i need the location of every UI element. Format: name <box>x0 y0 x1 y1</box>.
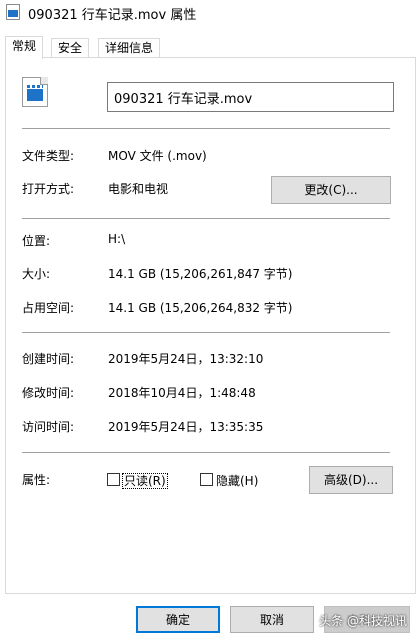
change-button[interactable]: 更改(C)... <box>271 176 391 204</box>
opens-with-label: 打开方式: <box>22 182 75 196</box>
tab-details[interactable]: 详细信息 <box>98 38 161 58</box>
created-value: 2019年5月24日，13:32:10 <box>108 352 264 366</box>
created-label: 创建时间: <box>22 352 75 366</box>
watermark: 头条 @科技视讯 <box>319 614 407 628</box>
file-type-label: 文件类型: <box>22 149 75 163</box>
divider <box>22 128 390 129</box>
tab-general[interactable]: 常规 <box>5 36 44 59</box>
attributes-label: 属性: <box>22 473 51 487</box>
advanced-button[interactable]: 高级(D)... <box>309 466 393 494</box>
hidden-label[interactable]: 隐藏(H) <box>216 472 258 489</box>
modified-label: 修改时间: <box>22 386 75 400</box>
readonly-label-text: 只读(R) <box>122 473 168 489</box>
size-value: 14.1 GB (15,206,261,847 字节) <box>108 267 293 281</box>
accessed-label: 访问时间: <box>22 420 75 434</box>
tab-strip: 常规 安全 详细信息 <box>5 36 415 59</box>
divider <box>22 332 390 333</box>
size-label: 大小: <box>22 267 51 281</box>
modified-value: 2018年10月4日，1:48:48 <box>108 386 256 400</box>
opens-with-value: 电影和电视 <box>108 182 169 196</box>
tab-security[interactable]: 安全 <box>51 38 90 58</box>
size-on-disk-value: 14.1 GB (15,206,264,832 字节) <box>108 301 293 315</box>
cancel-button[interactable]: 取消 <box>230 606 314 633</box>
window-title: 090321 行车记录.mov 属性 <box>28 8 197 23</box>
size-on-disk-label: 占用空间: <box>22 301 75 315</box>
ok-button[interactable]: 确定 <box>136 606 220 633</box>
readonly-checkbox[interactable] <box>107 473 120 486</box>
divider <box>22 218 390 219</box>
movie-file-icon <box>6 4 20 20</box>
file-type-value: MOV 文件 (.mov) <box>108 149 207 163</box>
hidden-checkbox[interactable] <box>200 473 213 486</box>
divider <box>22 452 390 453</box>
location-value: H:\ <box>108 232 126 246</box>
accessed-value: 2019年5月24日，13:35:35 <box>108 420 264 434</box>
movie-file-icon <box>22 77 48 107</box>
title-bar[interactable]: 090321 行车记录.mov 属性 <box>0 0 419 26</box>
readonly-label[interactable]: 只读(R) <box>122 472 168 489</box>
file-name-input[interactable] <box>107 82 394 112</box>
location-label: 位置: <box>22 234 51 248</box>
general-panel <box>5 57 416 594</box>
